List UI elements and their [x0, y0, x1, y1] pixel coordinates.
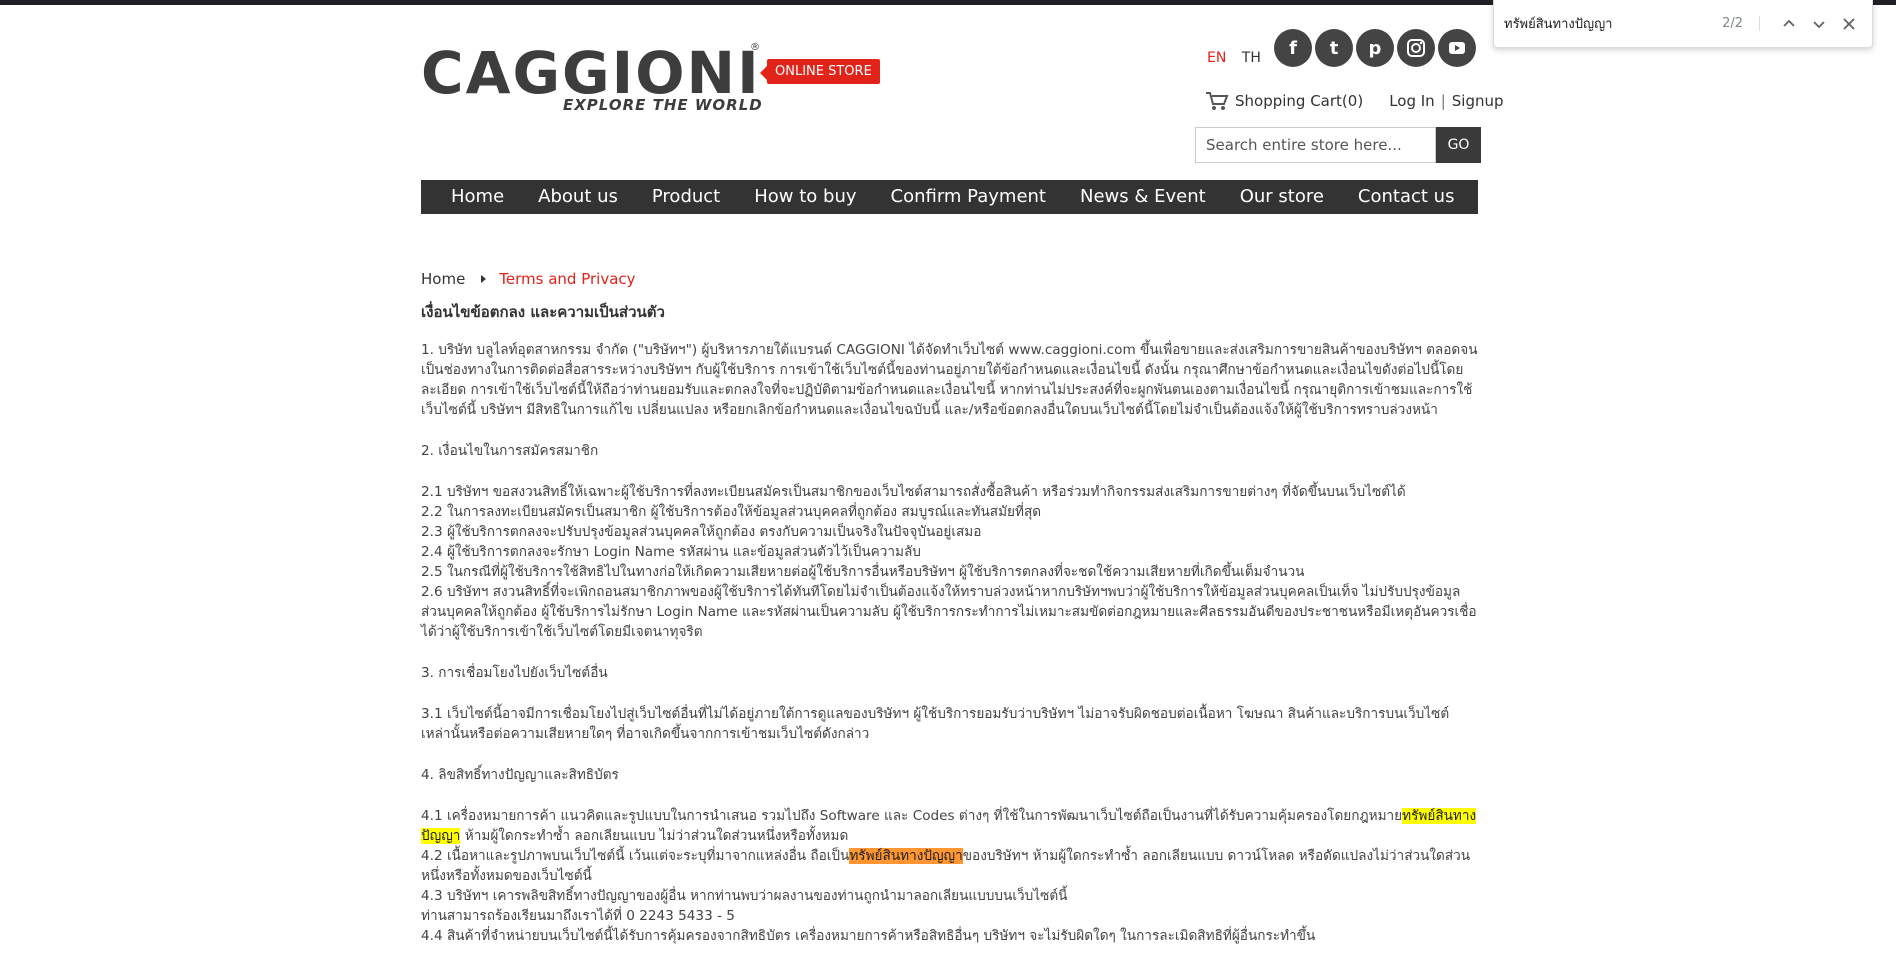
terms-item-2-4: 2.4 ผู้ใช้บริการตกลงจะรักษา Login Name ร… [421, 544, 921, 560]
page-title: เงื่อนไขข้อตกลง และความเป็นส่วนตัว [421, 303, 665, 321]
tumblr-icon[interactable]: t [1315, 29, 1353, 67]
nav-our-store[interactable]: Our store [1223, 180, 1341, 214]
terms-item-3-1: 3.1 เว็บไซต์นี้อาจมีการเชื่อมโยงไปสู่เว็… [421, 706, 1450, 742]
terms-item-4-2: 4.2 เนื้อหาและรูปภาพบนเว็บไซต์นี้ เว้นแต… [421, 846, 1478, 886]
pinterest-icon[interactable]: p [1356, 29, 1394, 67]
shopping-cart-link[interactable]: Shopping Cart(0) [1235, 92, 1363, 110]
find-highlight-match-2-active: ทรัพย์สินทางปัญญา [849, 848, 963, 864]
breadcrumb-home[interactable]: Home [421, 270, 465, 288]
terms-item-2-2: 2.2 ในการลงทะเบียนสมัครเป็นสมาชิก ผู้ใช้… [421, 504, 1042, 520]
close-icon[interactable] [1834, 9, 1864, 39]
instagram-icon[interactable] [1397, 29, 1435, 67]
terms-item-4-2-text-a: 4.2 เนื้อหาและรูปภาพบนเว็บไซต์นี้ เว้นแต… [421, 848, 850, 864]
terms-content: 1. บริษัท บลูไลท์อุตสาหกรรม จำกัด ("บริษ… [421, 340, 1478, 946]
logo-registered-mark: ® [750, 42, 760, 53]
breadcrumb-arrow-icon [481, 275, 487, 283]
terms-item-4-4: 4.4 สินค้าที่จำหน่ายบนเว็บไซต์นี้ได้รับก… [421, 928, 1316, 944]
terms-item-4-3: 4.3 บริษัทฯ เคารพลิขสิทธิ์ทางปัญญาของผู้… [421, 888, 1068, 904]
section-heading-3: 3. การเชื่อมโยงไปยังเว็บไซต์อื่น [421, 665, 608, 681]
terms-paragraph-1: 1. บริษัท บลูไลท์อุตสาหกรรม จำกัด ("บริษ… [421, 342, 1478, 418]
search-input[interactable] [1195, 127, 1436, 163]
youtube-icon[interactable] [1438, 29, 1476, 67]
online-store-badge: ONLINE STORE [760, 59, 880, 84]
social-links: f t p [1274, 29, 1476, 67]
facebook-icon[interactable]: f [1274, 29, 1312, 67]
login-link[interactable]: Log In [1389, 92, 1435, 110]
terms-item-4-1: 4.1 เครื่องหมายการค้า แนวคิดและรูปแบบในก… [421, 806, 1478, 846]
section-heading-2: 2. เงื่อนไขในการสมัครสมาชิก [421, 443, 599, 459]
account-separator: | [1440, 92, 1446, 110]
chevron-up-icon[interactable] [1774, 9, 1804, 39]
terms-item-4-3-contact: ท่านสามารถร้องเรียนมาถึงเราได้ที่ 0 2243… [421, 908, 735, 924]
lang-th-link[interactable]: TH [1242, 50, 1261, 66]
nav-home[interactable]: Home [421, 180, 521, 214]
nav-confirm-payment[interactable]: Confirm Payment [874, 180, 1063, 214]
cart-icon [1206, 92, 1229, 110]
terms-item-4-1-text-b: ห้ามผู้ใดกระทำซ้ำ ลอกเลียนแบบ ไม่ว่าส่วน… [460, 828, 849, 844]
search-go-button[interactable]: GO [1436, 127, 1481, 163]
section-heading-4: 4. ลิขสิทธิ์ทางปัญญาและสิทธิบัตร [421, 767, 619, 783]
find-in-page-bar: ทรัพย์สินทางปัญญา 2/2 [1493, 0, 1873, 48]
nav-contact-us[interactable]: Contact us [1341, 180, 1472, 214]
nav-product[interactable]: Product [635, 180, 737, 214]
account-row: Shopping Cart(0) Log In | Signup [1205, 90, 1504, 112]
nav-news-event[interactable]: News & Event [1063, 180, 1223, 214]
terms-item-4-1-text-a: 4.1 เครื่องหมายการค้า แนวคิดและรูปแบบในก… [421, 808, 1403, 824]
lang-en-link[interactable]: EN [1207, 50, 1226, 66]
terms-item-2-5: 2.5 ในกรณีที่ผู้ใช้บริการใช้สิทธิไปในทาง… [421, 564, 1305, 580]
caggioni-logo[interactable]: CAGGIONI ® EXPLORE THE WORLD ONLINE STOR… [421, 39, 880, 114]
terms-item-2-6: 2.6 บริษัทฯ สงวนสิทธิ์ที่จะเพิกถอนสมาชิก… [421, 584, 1477, 640]
language-switcher: EN TH [1207, 50, 1272, 66]
terms-item-2-1: 2.1 บริษัทฯ ขอสงวนสิทธิ์ให้เฉพาะผู้ใช้บร… [421, 484, 1406, 500]
logo-tagline: EXPLORE THE WORLD [563, 96, 763, 114]
breadcrumb-current: Terms and Privacy [499, 270, 636, 288]
terms-item-2-3: 2.3 ผู้ใช้บริการตกลงจะปรับปรุงข้อมูลส่วน… [421, 524, 982, 540]
chevron-down-icon[interactable] [1804, 9, 1834, 39]
logo-wordmark: CAGGIONI [421, 39, 761, 107]
find-match-count: 2/2 [1722, 16, 1760, 31]
nav-about-us[interactable]: About us [521, 180, 635, 214]
nav-how-to-buy[interactable]: How to buy [737, 180, 873, 214]
main-nav: Home About us Product How to buy Confirm… [421, 180, 1478, 214]
find-query-input[interactable]: ทรัพย์สินทางปัญญา [1504, 13, 1722, 34]
breadcrumb: Home Terms and Privacy [421, 270, 636, 288]
signup-link[interactable]: Signup [1452, 92, 1504, 110]
store-search: GO [1195, 127, 1481, 163]
